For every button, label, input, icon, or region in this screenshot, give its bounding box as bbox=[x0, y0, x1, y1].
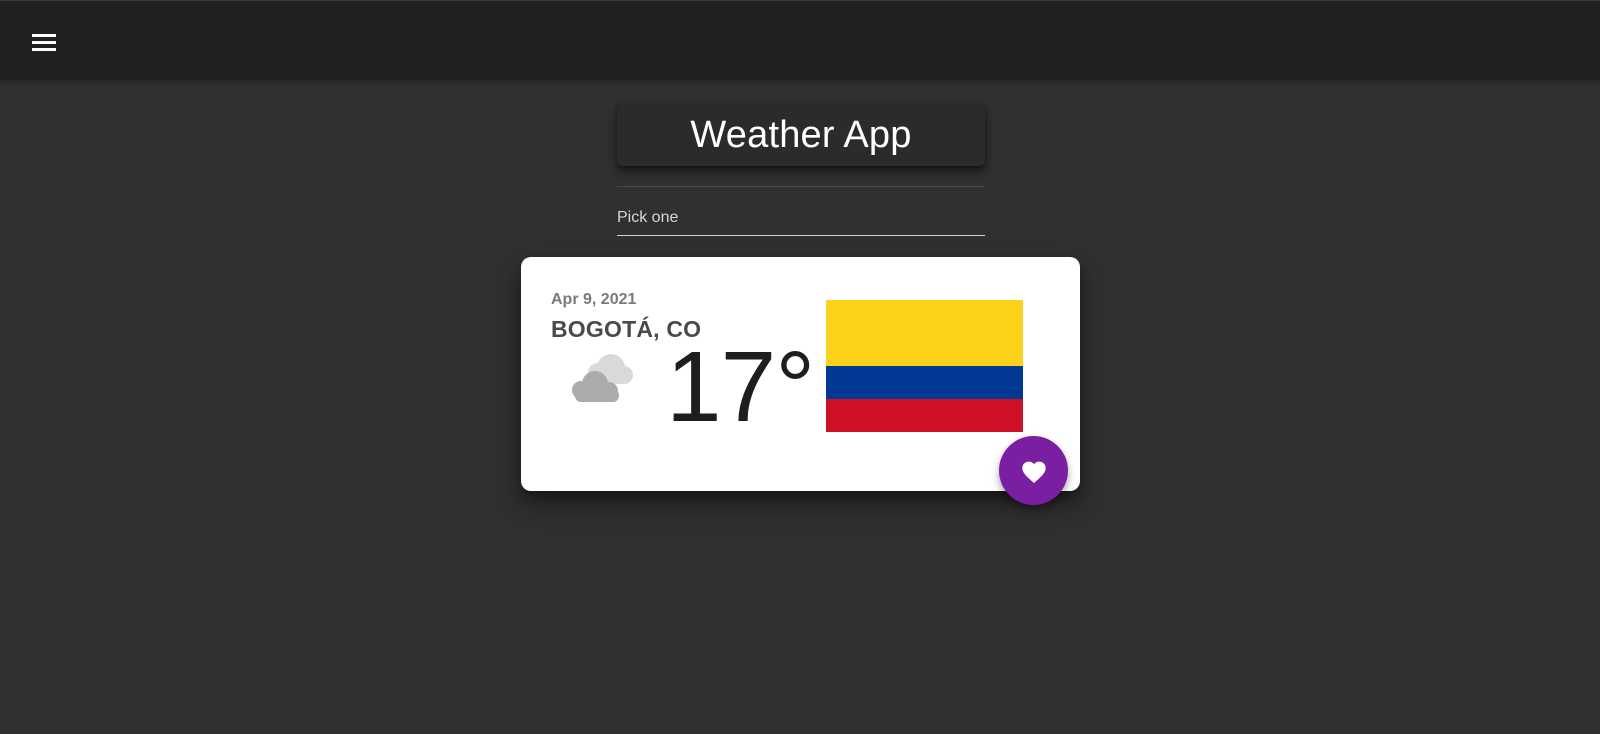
title-card: Weather App bbox=[617, 102, 985, 166]
colombia-flag-icon bbox=[826, 300, 1023, 432]
weather-card: Apr 9, 2021 BOGOTÁ, CO 17° bbox=[521, 257, 1080, 491]
flag-stripe-blue bbox=[826, 366, 1023, 399]
flag-stripe-yellow bbox=[826, 300, 1023, 366]
page-title: Weather App bbox=[690, 114, 912, 156]
menu-icon bbox=[32, 34, 56, 51]
menu-button[interactable] bbox=[28, 28, 60, 56]
cloudy-icon bbox=[572, 354, 633, 402]
divider bbox=[617, 186, 985, 187]
app-bar bbox=[0, 0, 1600, 80]
weather-date: Apr 9, 2021 bbox=[551, 291, 637, 308]
city-select-placeholder: Pick one bbox=[617, 209, 679, 226]
favorite-button[interactable] bbox=[999, 436, 1068, 505]
temperature: 17° bbox=[666, 331, 815, 443]
flag-stripe-red bbox=[826, 399, 1023, 432]
city-select[interactable]: Pick one bbox=[617, 204, 985, 236]
heart-icon bbox=[1021, 461, 1046, 483]
